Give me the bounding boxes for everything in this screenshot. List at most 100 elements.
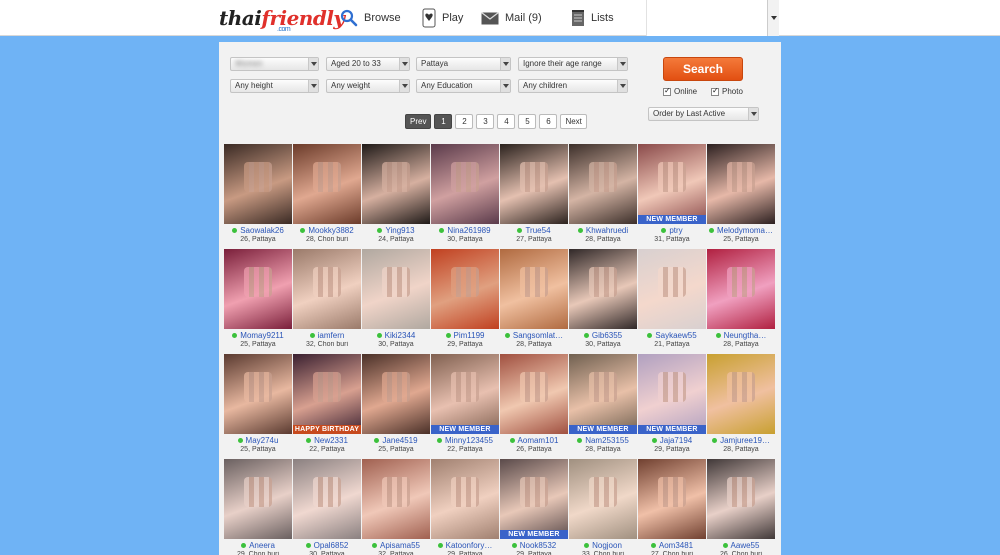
profile-card[interactable]: NEW MEMBER ptry 31, Pattaya [638, 144, 706, 248]
profile-card[interactable]: HAPPY BIRTHDAY New2331 22, Pattaya [293, 354, 361, 458]
online-checkbox[interactable]: Online [663, 86, 697, 96]
profile-card[interactable]: Saowalak26 26, Pattaya [224, 144, 292, 248]
profile-username[interactable]: Aneera [224, 541, 292, 550]
profile-photo[interactable]: NEW MEMBER [500, 459, 568, 539]
profile-username[interactable]: Apisama55 [362, 541, 430, 550]
profile-photo[interactable] [224, 354, 292, 434]
photo-checkbox[interactable]: Photo [711, 86, 743, 96]
profile-username[interactable]: ptry [638, 226, 706, 235]
profile-username[interactable]: Jamjuree19… [707, 436, 775, 445]
profile-card[interactable]: Jane4519 25, Pattaya [362, 354, 430, 458]
profile-username[interactable]: Saykaew55 [638, 331, 706, 340]
prev-page-button[interactable]: Prev [405, 114, 432, 129]
nav-lists[interactable]: Lists [571, 0, 614, 36]
profile-username[interactable]: Jaja7194 [638, 436, 706, 445]
weight-select[interactable]: Any weight [326, 79, 410, 93]
profile-photo[interactable] [224, 144, 292, 224]
profile-card[interactable]: Saykaew55 21, Pattaya [638, 249, 706, 353]
profile-username[interactable]: True54 [500, 226, 568, 235]
nav-mail[interactable]: Mail (9) [481, 0, 542, 36]
profile-card[interactable]: Nogjoon 33, Chon buri [569, 459, 637, 555]
profile-photo[interactable] [293, 144, 361, 224]
profile-card[interactable]: Pim1199 29, Pattaya [431, 249, 499, 353]
profile-photo[interactable] [569, 249, 637, 329]
profile-card[interactable]: Ying913 24, Pattaya [362, 144, 430, 248]
profile-username[interactable]: Opal6852 [293, 541, 361, 550]
profile-username[interactable]: May274u [224, 436, 292, 445]
profile-photo[interactable] [707, 144, 775, 224]
profile-photo[interactable] [569, 144, 637, 224]
profile-username[interactable]: New2331 [293, 436, 361, 445]
location-select[interactable]: Pattaya [416, 57, 511, 71]
profile-username[interactable]: Aomam101 [500, 436, 568, 445]
nav-play[interactable]: Play [422, 0, 463, 36]
profile-photo[interactable] [707, 459, 775, 539]
their-age-range-select[interactable]: Ignore their age range [518, 57, 628, 71]
profile-photo[interactable]: NEW MEMBER [431, 354, 499, 434]
profile-card[interactable]: Kiki2344 30, Pattaya [362, 249, 430, 353]
profile-username[interactable]: Nam253155 [569, 436, 637, 445]
profile-username[interactable]: Khwahruedi [569, 226, 637, 235]
profile-photo[interactable] [707, 354, 775, 434]
profile-username[interactable]: Gib6355 [569, 331, 637, 340]
profile-photo[interactable] [224, 459, 292, 539]
profile-photo[interactable] [638, 249, 706, 329]
profile-photo[interactable] [707, 249, 775, 329]
profile-card[interactable]: Aawe55 26, Chon buri [707, 459, 775, 555]
profile-card[interactable]: Opal6852 30, Pattaya [293, 459, 361, 555]
profile-username[interactable]: Nogjoon [569, 541, 637, 550]
profile-photo[interactable] [500, 144, 568, 224]
profile-username[interactable]: Neungtha… [707, 331, 775, 340]
gender-select[interactable]: Women [230, 57, 319, 71]
profile-username[interactable]: Mookky3882 [293, 226, 361, 235]
page-3-button[interactable]: 3 [476, 114, 495, 129]
search-button[interactable]: Search [663, 57, 743, 81]
profile-card[interactable]: Melodymoma… 25, Pattaya [707, 144, 775, 248]
profile-card[interactable]: Momay9211 25, Pattaya [224, 249, 292, 353]
height-select[interactable]: Any height [230, 79, 319, 93]
profile-card[interactable]: Neungtha… 28, Pattaya [707, 249, 775, 353]
order-select[interactable]: Order by Last Active [648, 107, 759, 121]
next-page-button[interactable]: Next [560, 114, 587, 129]
profile-photo[interactable] [500, 354, 568, 434]
profile-username[interactable]: Pim1199 [431, 331, 499, 340]
profile-username[interactable]: Minny123455 [431, 436, 499, 445]
page-1-button[interactable]: 1 [434, 114, 453, 129]
profile-card[interactable]: NEW MEMBER Nam253155 28, Pattaya [569, 354, 637, 458]
profile-username[interactable]: Aawe55 [707, 541, 775, 550]
profile-username[interactable]: Nook8532 [500, 541, 568, 550]
profile-card[interactable]: True54 27, Pattaya [500, 144, 568, 248]
profile-photo[interactable] [293, 249, 361, 329]
profile-photo[interactable] [431, 249, 499, 329]
page-6-button[interactable]: 6 [539, 114, 558, 129]
page-5-button[interactable]: 5 [518, 114, 537, 129]
profile-card[interactable]: NEW MEMBER Jaja7194 29, Pattaya [638, 354, 706, 458]
profile-card[interactable]: Nina261989 30, Pattaya [431, 144, 499, 248]
profile-card[interactable]: Gib6355 30, Pattaya [569, 249, 637, 353]
profile-card[interactable]: NEW MEMBER Nook8532 29, Pattaya [500, 459, 568, 555]
profile-username[interactable]: Sangsomlat… [500, 331, 568, 340]
page-4-button[interactable]: 4 [497, 114, 516, 129]
profile-photo[interactable]: NEW MEMBER [569, 354, 637, 434]
profile-username[interactable]: Kiki2344 [362, 331, 430, 340]
profile-photo[interactable]: NEW MEMBER [638, 354, 706, 434]
nav-browse[interactable]: Browse [340, 0, 401, 36]
profile-card[interactable]: Katoonfory… 29, Pattaya [431, 459, 499, 555]
page-2-button[interactable]: 2 [455, 114, 474, 129]
profile-card[interactable]: iamfern 32, Chon buri [293, 249, 361, 353]
profile-card[interactable]: Aom3481 27, Chon buri [638, 459, 706, 555]
profile-card[interactable]: Mookky3882 28, Chon buri [293, 144, 361, 248]
profile-photo[interactable]: NEW MEMBER [638, 144, 706, 224]
profile-photo[interactable] [638, 459, 706, 539]
profile-card[interactable]: Khwahruedi 28, Pattaya [569, 144, 637, 248]
profile-card[interactable]: Aneera 29, Chon buri [224, 459, 292, 555]
profile-photo[interactable]: HAPPY BIRTHDAY [293, 354, 361, 434]
profile-photo[interactable] [362, 459, 430, 539]
profile-photo[interactable] [293, 459, 361, 539]
profile-card[interactable]: May274u 25, Pattaya [224, 354, 292, 458]
profile-username[interactable]: iamfern [293, 331, 361, 340]
profile-username[interactable]: Saowalak26 [224, 226, 292, 235]
profile-card[interactable]: Aomam101 26, Pattaya [500, 354, 568, 458]
age-range-select[interactable]: Aged 20 to 33 [326, 57, 410, 71]
profile-card[interactable]: Jamjuree19… 28, Pattaya [707, 354, 775, 458]
